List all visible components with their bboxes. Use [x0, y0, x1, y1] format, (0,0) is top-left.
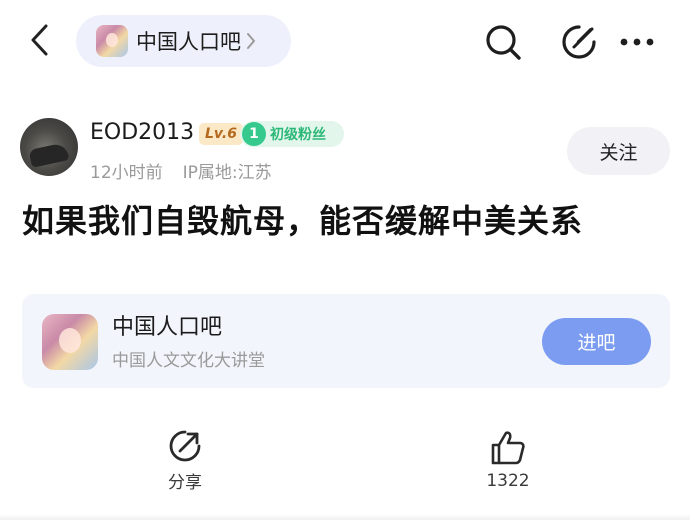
post-time: 12小时前 [90, 163, 163, 183]
forum-card-thumbnail [42, 314, 98, 370]
fan-badge: 1 初级粉丝 [240, 121, 344, 147]
share-label: 分享 [168, 472, 202, 493]
fan-badge-label: 初级粉丝 [270, 127, 326, 143]
enter-forum-button[interactable]: 进吧 [542, 318, 651, 365]
more-icon [620, 38, 654, 46]
edit-icon [562, 25, 596, 59]
like-count: 1322 [486, 471, 530, 491]
search-button[interactable] [481, 20, 525, 64]
thumbs-up-icon [491, 431, 525, 465]
share-icon [169, 430, 201, 461]
forum-pill[interactable]: 中国人口吧 [76, 15, 291, 67]
username[interactable]: EOD2013 [90, 120, 194, 145]
fan-level-icon: 1 [242, 122, 266, 146]
bottom-divider [0, 514, 690, 520]
more-button[interactable] [615, 20, 659, 64]
forum-thumbnail [96, 25, 128, 57]
follow-button[interactable]: 关注 [567, 127, 670, 175]
ip-location: IP属地:江苏 [182, 163, 272, 183]
chevron-right-icon [247, 33, 255, 49]
avatar[interactable] [20, 118, 78, 176]
search-icon [486, 25, 521, 60]
forum-card-description: 中国人文文化大讲堂 [112, 351, 265, 371]
forum-card-name: 中国人口吧 [112, 315, 223, 340]
post-meta: 12小时前 IP属地:江苏 [90, 158, 272, 183]
like-button[interactable]: 1322 [473, 420, 543, 500]
level-badge: Lv.6 [199, 123, 243, 145]
share-button[interactable]: 分享 [150, 420, 220, 500]
edit-button[interactable] [557, 20, 601, 64]
post-title: 如果我们自毁航母，能否缓解中美关系 [22, 202, 584, 240]
forum-pill-name: 中国人口吧 [136, 30, 241, 54]
back-button[interactable] [20, 20, 60, 60]
back-icon [31, 24, 48, 56]
forum-card[interactable]: 中国人口吧 中国人文文化大讲堂 进吧 [22, 294, 670, 388]
